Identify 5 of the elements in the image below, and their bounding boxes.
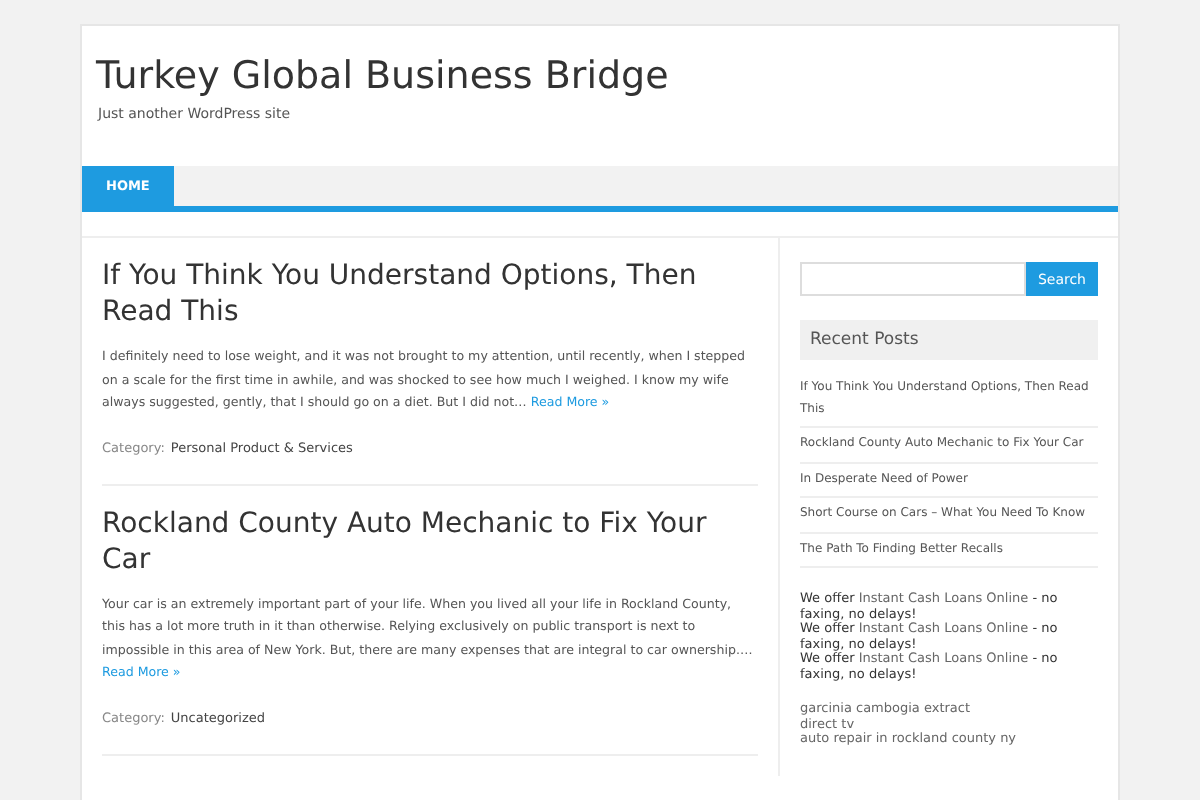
- post-title[interactable]: If You Think You Understand Options, Then Read This: [102, 258, 758, 330]
- site-title[interactable]: Turkey Global Business Bridge: [96, 54, 1104, 98]
- search-field[interactable]: [800, 262, 1026, 296]
- post-title[interactable]: Rockland County Auto Mechanic to Fix Your Car: [102, 505, 758, 577]
- widget-title: Recent Posts: [800, 320, 1098, 360]
